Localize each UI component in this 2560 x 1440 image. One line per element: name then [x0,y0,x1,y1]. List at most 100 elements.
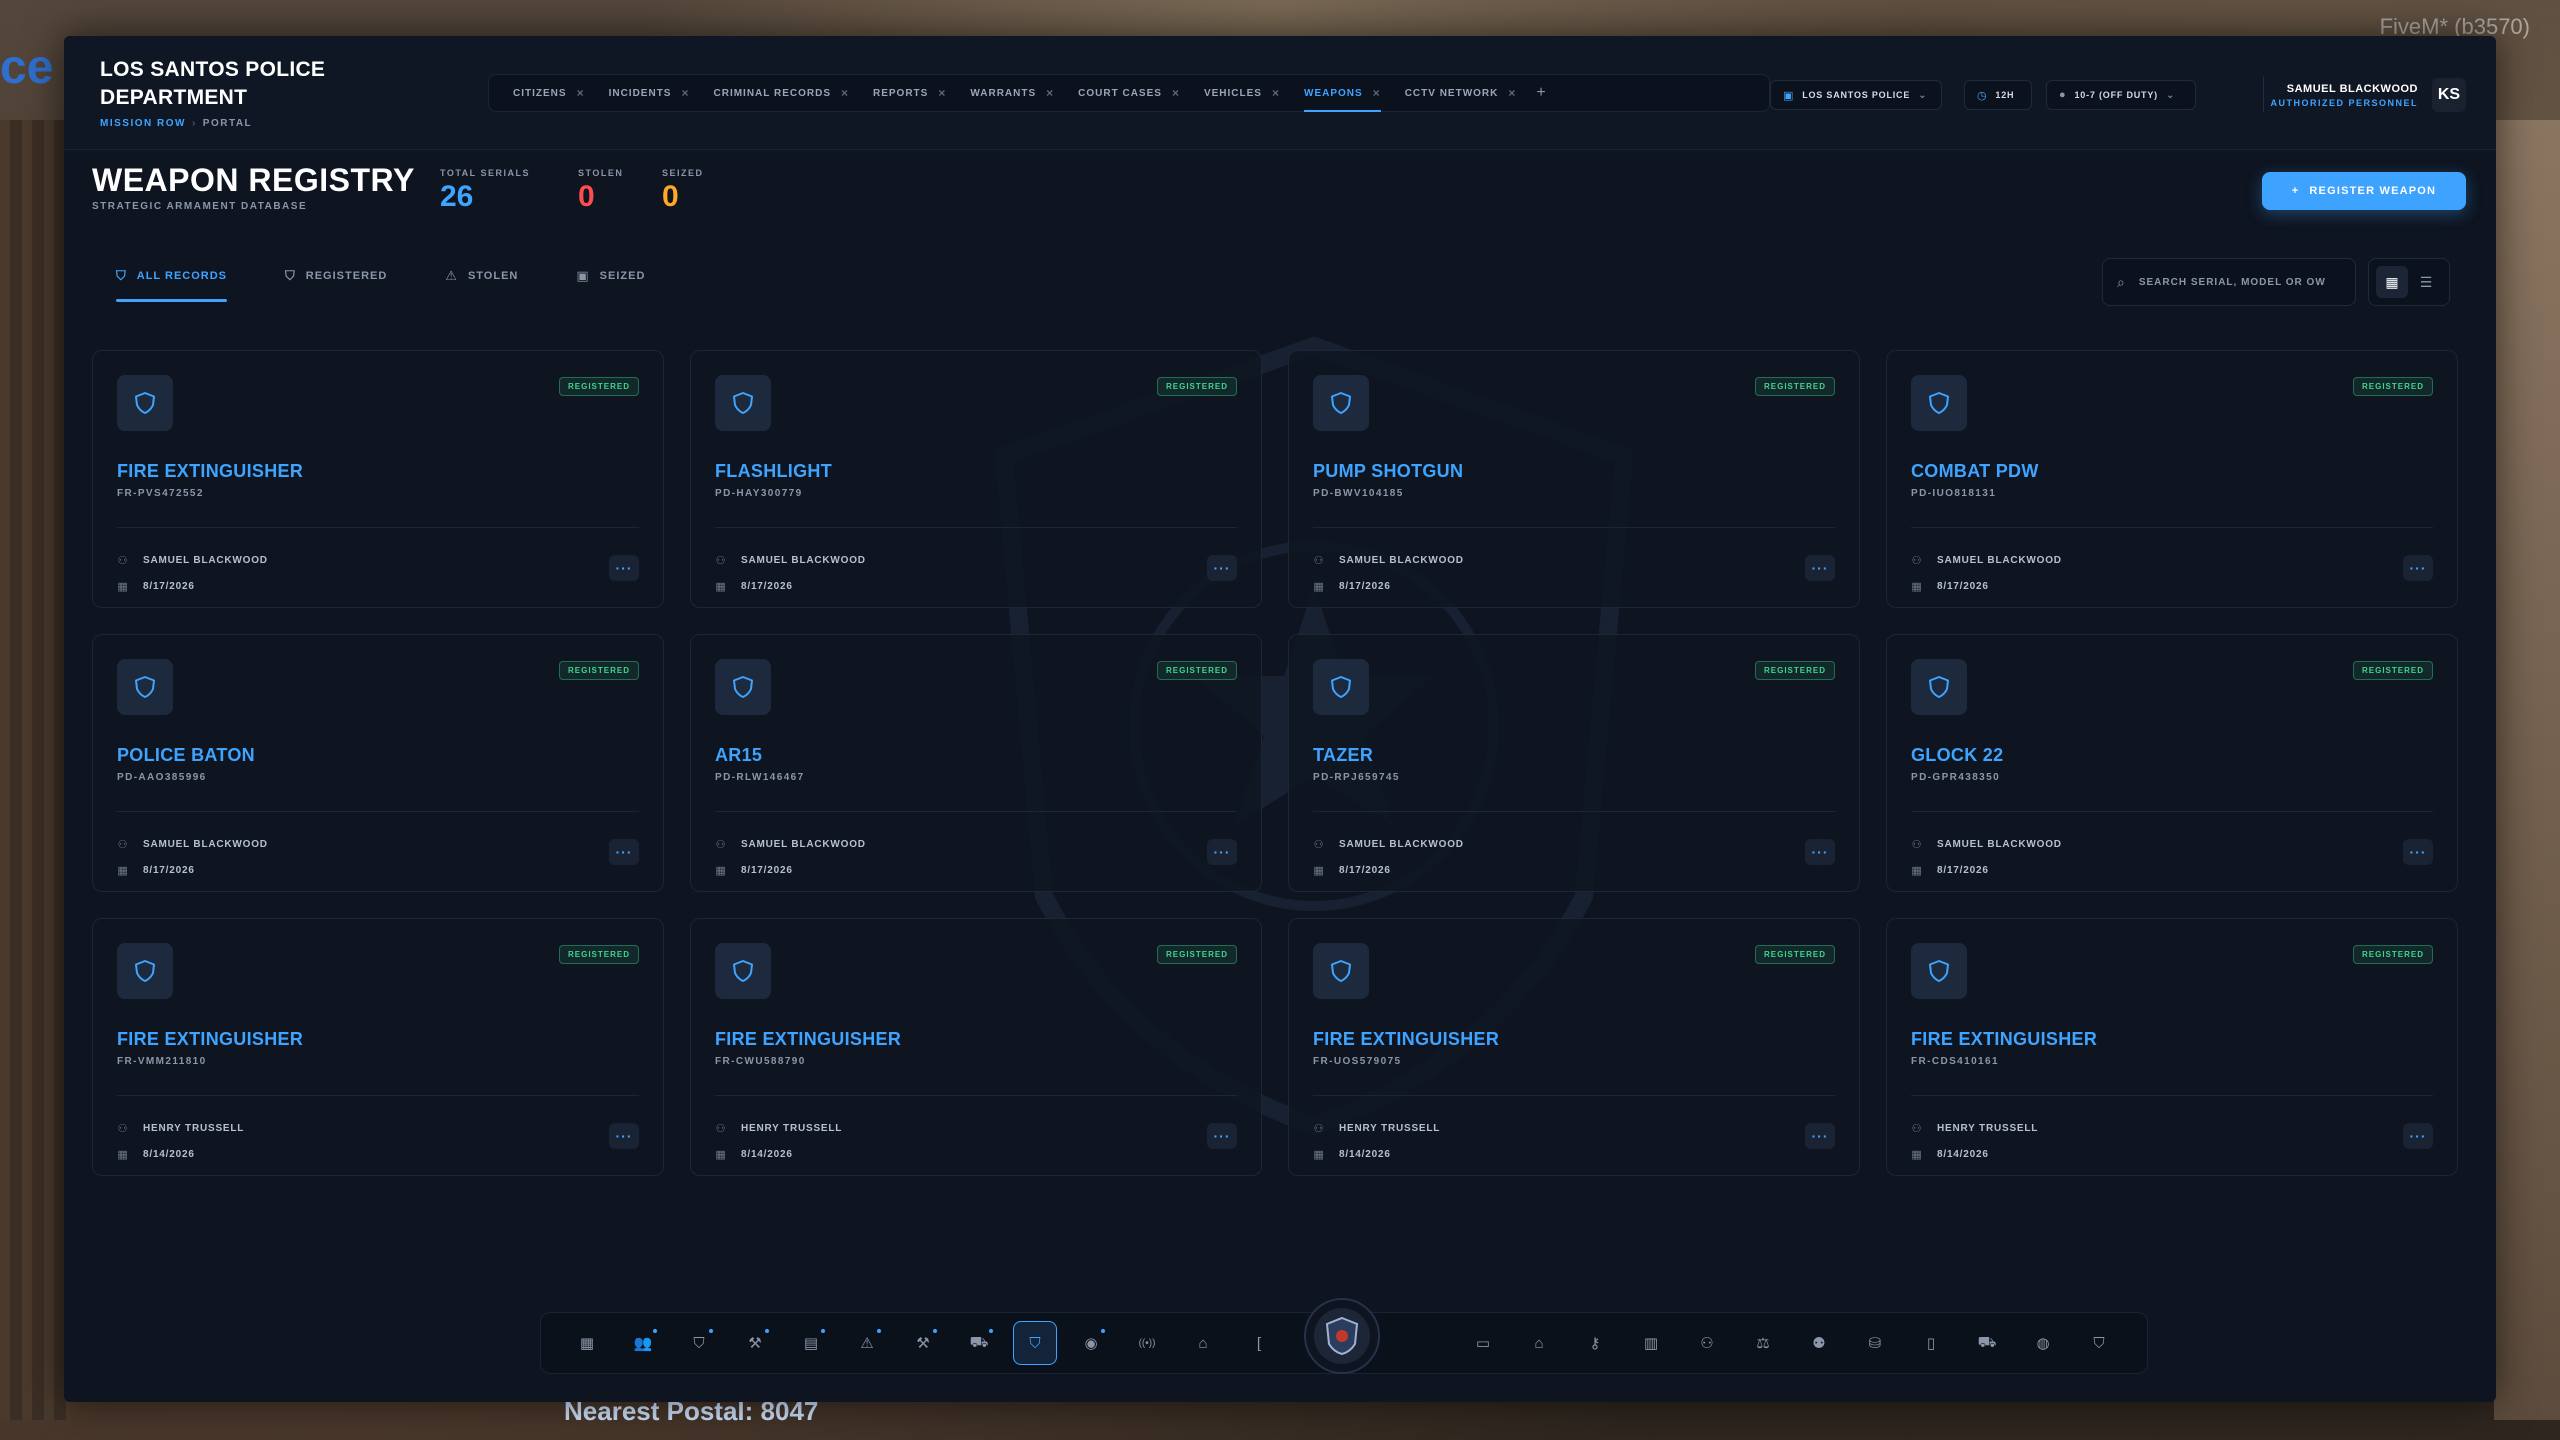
vehicle-dock-button[interactable]: ⛟ [957,1321,1001,1365]
message-dock-button[interactable]: ▭ [1461,1321,1505,1365]
dashboard-dock-button[interactable]: ▦ [565,1321,609,1365]
key-dock-button[interactable]: ⚷ [1573,1321,1617,1365]
grid-view-button[interactable]: ▦ [2376,266,2408,298]
gavel-dock-button[interactable]: ⚒ [733,1321,777,1365]
reports-dock-button[interactable]: ▤ [789,1321,833,1365]
more-options-button[interactable]: ··· [2403,1123,2433,1149]
weapon-card[interactable]: REGISTERED TAZER PD-RPJ659745 ⚇ SAMUEL BLACK… [1288,634,1860,892]
more-options-button[interactable]: ··· [2403,839,2433,865]
agency-select[interactable]: ▣ LOS SANTOS POLICE ⌄ [1770,80,1942,110]
weapon-card[interactable]: REGISTERED GLOCK 22 PD-GPR438350 ⚇ SAMUEL BL… [1886,634,2458,892]
search-input[interactable] [2138,276,2329,288]
tab-criminal-records[interactable]: CRIMINAL RECORDS × [702,75,862,111]
radio-dock-button[interactable]: ((•)) [1125,1321,1169,1365]
scales-dock-button[interactable]: ⚖ [1741,1321,1785,1365]
card-meta: ⚇ HENRY TRUSSELL ▦ 8/14/2026 [117,1115,244,1167]
close-icon[interactable]: × [1272,86,1280,100]
tab-cctv-network[interactable]: CCTV NETWORK × [1393,75,1529,111]
weapon-card[interactable]: REGISTERED FIRE EXTINGUISHER FR-VMM211810 ⚇… [92,918,664,1176]
close-icon[interactable]: × [1046,86,1054,100]
divider [117,527,639,528]
incidents-shield-dock-button[interactable]: ⛉ [677,1321,721,1365]
duty-status-select[interactable]: ● 10-7 (OFF DUTY) ⌄ [2046,80,2196,110]
list-view-button[interactable]: ☰ [2410,266,2442,298]
shield-icon [1911,375,1967,431]
register-weapon-button[interactable]: + REGISTER WEAPON [2262,172,2466,210]
add-user-dock-button[interactable]: ⚇ [1685,1321,1729,1365]
users-dock-button[interactable]: ⚉ [1797,1321,1841,1365]
tab-incidents[interactable]: INCIDENTS × [597,75,702,111]
shield-icon [1313,375,1369,431]
lspd-badge[interactable] [1304,1298,1380,1374]
home-dock-button[interactable]: ⌂ [1181,1321,1225,1365]
close-icon[interactable]: × [577,86,585,100]
weapon-serial: PD-RLW146467 [715,772,805,783]
tab-label: VEHICLES [1203,87,1262,99]
truck-dock-button[interactable]: ⛟ [1965,1321,2009,1365]
tab-citizens[interactable]: CITIZENS × [501,75,597,111]
palette-dock-button[interactable]: ◍ [2021,1321,2065,1365]
stat-label: TOTAL SERIALS [440,168,531,178]
more-options-button[interactable]: ··· [1805,1123,1835,1149]
tab-reports[interactable]: REPORTS × [861,75,958,111]
close-icon[interactable]: × [1172,86,1180,100]
notification-dot [989,1329,993,1333]
filter-stolen[interactable]: ⚠ STOLEN [445,268,518,302]
tab-court-cases[interactable]: COURT CASES × [1066,75,1192,111]
weapon-card[interactable]: REGISTERED FIRE EXTINGUISHER FR-CWU588790 ⚇… [690,918,1262,1176]
close-icon[interactable]: × [1373,86,1381,100]
citizens-dock-button[interactable]: 👥 [621,1321,665,1365]
scales-icon: ⚖ [1756,1335,1770,1352]
more-options-button[interactable]: ··· [609,839,639,865]
book-dock-button[interactable]: ▯ [1909,1321,1953,1365]
close-icon[interactable]: × [1508,86,1516,100]
more-options-button[interactable]: ··· [1207,1123,1237,1149]
more-options-button[interactable]: ··· [1805,555,1835,581]
close-icon[interactable]: × [841,86,849,100]
status-badge: REGISTERED [2352,661,2433,680]
weapon-card[interactable]: REGISTERED POLICE BATON PD-AAO385996 ⚇ SAMUE… [92,634,664,892]
filter-seized[interactable]: ▣ SEIZED [576,268,645,302]
plus-icon: + [2291,185,2300,197]
weapon-card[interactable]: REGISTERED FLASHLIGHT PD-HAY300779 ⚇ SAMUEL … [690,350,1262,608]
page-subtitle: STRATEGIC ARMAMENT DATABASE [92,201,308,212]
more-options-button[interactable]: ··· [609,555,639,581]
filter-registered[interactable]: ⛉ REGISTERED [285,268,387,302]
add-tab-button[interactable]: + [1536,84,1545,102]
search-box[interactable]: ⌕ [2102,258,2356,306]
more-options-button[interactable]: ··· [2403,555,2433,581]
building-dock-button[interactable]: ▥ [1629,1321,1673,1365]
owner-row: ⚇ HENRY TRUSSELL [715,1115,842,1141]
weapon-card[interactable]: REGISTERED FIRE EXTINGUISHER FR-PVS472552 ⚇… [92,350,664,608]
hammer-dock-button[interactable]: ⚒ [901,1321,945,1365]
tab-warrants[interactable]: WARRANTS × [958,75,1066,111]
weapons-shield-dock-button[interactable]: ⛉ [1013,1321,1057,1365]
more-options-button[interactable]: ··· [1207,555,1237,581]
graduation-dock-button[interactable]: ⌂ [1517,1321,1561,1365]
user-profile[interactable]: SAMUEL BLACKWOOD AUTHORIZED PERSONNEL KS [2270,78,2466,112]
weapon-card[interactable]: REGISTERED FIRE EXTINGUISHER FR-UOS579075 ⚇… [1288,918,1860,1176]
camera-dock-button[interactable]: ◉ [1069,1321,1113,1365]
tab-vehicles[interactable]: VEHICLES × [1192,75,1292,111]
weapon-name: FIRE EXTINGUISHER [117,1029,304,1049]
clock-format-toggle[interactable]: ◷ 12H [1964,80,2032,110]
warning-dock-button[interactable]: ⚠ [845,1321,889,1365]
more-options-button[interactable]: ··· [1805,839,1835,865]
weapon-card[interactable]: REGISTERED COMBAT PDW PD-IUO818131 ⚇ SAMUEL … [1886,350,2458,608]
date-row: ▦ 8/14/2026 [1911,1141,2038,1167]
filter-all-records[interactable]: ⛉ ALL RECORDS [116,268,228,302]
close-icon[interactable]: × [681,86,689,100]
weapon-card[interactable]: REGISTERED FIRE EXTINGUISHER FR-CDS410161 ⚇… [1886,918,2458,1176]
more-options-button[interactable]: ··· [1207,839,1237,865]
weapon-card[interactable]: REGISTERED PUMP SHOTGUN PD-BWV104185 ⚇ SAMUE… [1288,350,1860,608]
close-icon[interactable]: × [938,86,946,100]
tab-weapons[interactable]: WEAPONS × [1292,75,1393,112]
shield-check-dock-button[interactable]: ⛉ [2077,1321,2121,1365]
bracket-dock-button[interactable]: [ [1237,1321,1281,1365]
database-dock-button[interactable]: ⛁ [1853,1321,1897,1365]
more-options-button[interactable]: ··· [609,1123,639,1149]
weapon-card[interactable]: REGISTERED AR15 PD-RLW146467 ⚇ SAMUEL BLACKW… [690,634,1262,892]
owner-name: SAMUEL BLACKWOOD [1937,554,2062,566]
divider [1313,1095,1835,1096]
weapon-serial: PD-RPJ659745 [1313,772,1400,783]
